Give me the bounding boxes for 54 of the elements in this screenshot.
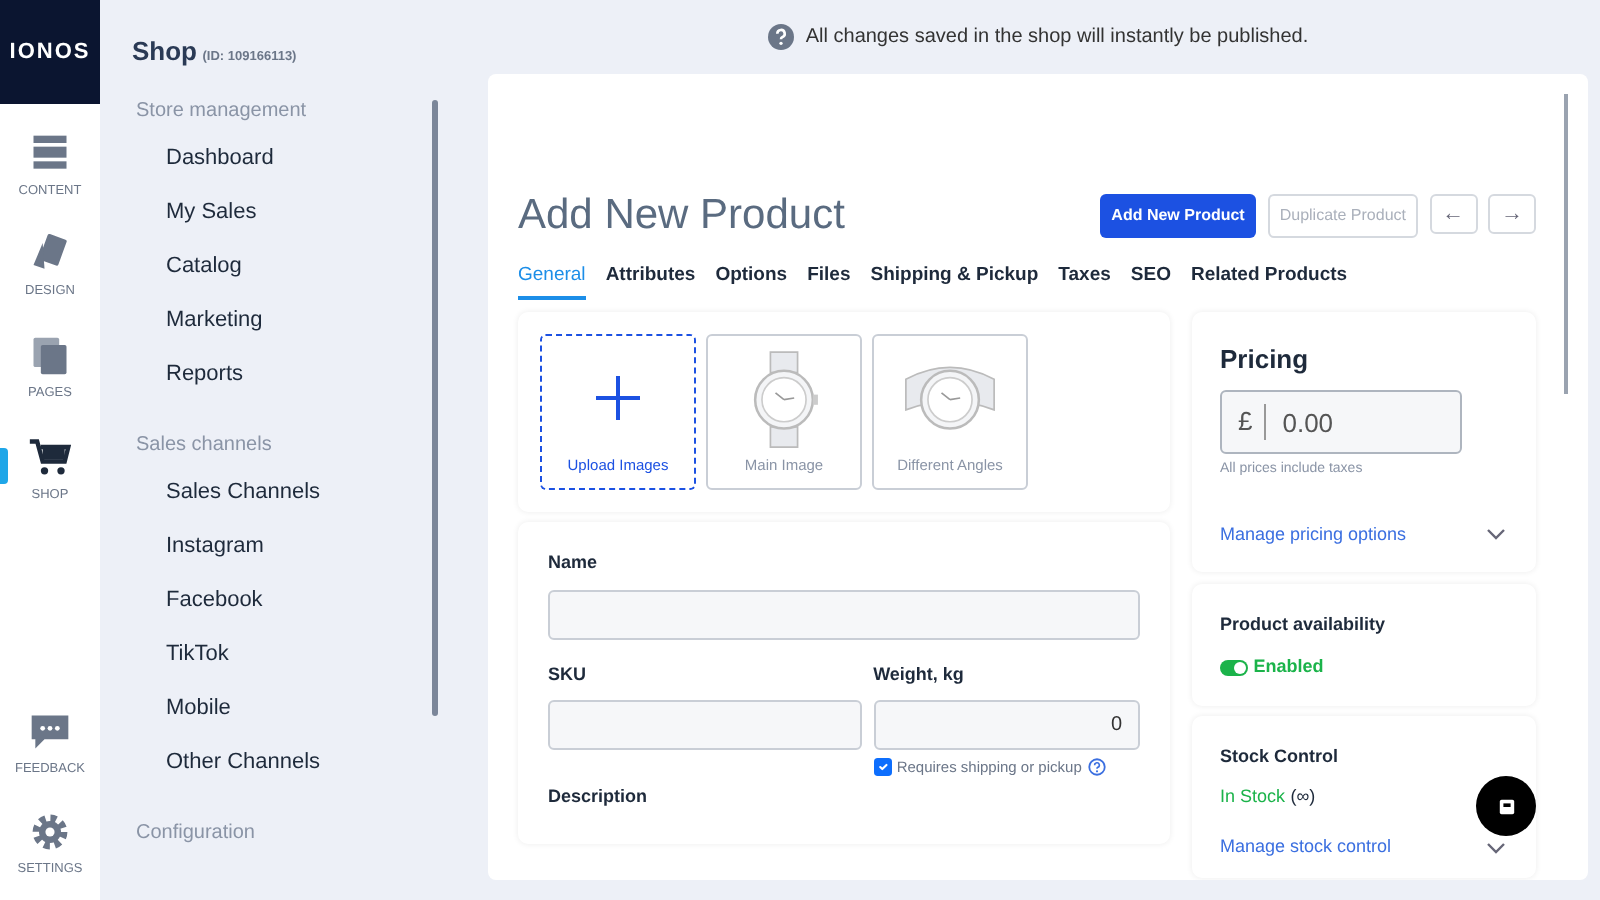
stock-quantity: (∞) — [1290, 783, 1316, 810]
tab[interactable]: Shipping & Pickup — [870, 262, 1039, 301]
add-product-button[interactable]: Add New Product — [1099, 193, 1257, 238]
name-field[interactable] — [548, 589, 1140, 640]
sku-field[interactable] — [548, 700, 862, 751]
card-title: Product availability — [1220, 611, 1388, 638]
card-title: Stock Control — [1220, 744, 1341, 771]
logo: IONOS — [0, 0, 100, 104]
shipping-checkbox[interactable] — [873, 758, 892, 777]
sidebar-item[interactable]: Sales Channels — [132, 465, 460, 519]
field-label: SKU — [548, 661, 589, 688]
sidebar-item[interactable]: Mobile — [132, 681, 460, 735]
tab[interactable]: Options — [715, 262, 788, 301]
weight-field[interactable]: 0 — [873, 700, 1140, 751]
stock-status: In Stock — [1220, 783, 1286, 810]
field-label: Name — [548, 550, 600, 577]
back-button[interactable]: ← — [1429, 193, 1477, 234]
notice-text: All changes saved in the shop will instantly be published. — [805, 24, 1309, 52]
card-title: Pricing — [1220, 341, 1311, 378]
stock-link[interactable]: Manage stock control — [1220, 834, 1392, 862]
tab[interactable]: SEO — [1130, 262, 1171, 301]
sidebar-item[interactable]: Dashboard — [132, 131, 460, 185]
sidebar-title: Shop — [132, 34, 197, 70]
price-field[interactable]: £ 0.00 — [1220, 390, 1462, 455]
sidebar-item[interactable]: Marketing — [132, 293, 460, 347]
forward-button[interactable]: → — [1488, 193, 1536, 234]
settings-icon — [28, 810, 72, 855]
sidebar-item[interactable]: Facebook — [132, 573, 460, 627]
section-heading: Store management — [136, 97, 309, 125]
tab[interactable]: Related Products — [1190, 262, 1348, 301]
sidebar-item[interactable]: Other Channels — [132, 735, 460, 789]
tab[interactable]: Attributes — [605, 262, 696, 301]
pages-icon — [28, 334, 72, 378]
page-title: Add New Product — [518, 190, 845, 241]
toggle-label: Enabled — [1253, 654, 1324, 681]
tab[interactable]: Taxes — [1058, 262, 1111, 301]
sidebar-item[interactable]: Catalog — [132, 239, 460, 293]
section-heading: Sales channels — [136, 431, 274, 459]
chevron-icon[interactable] — [1486, 841, 1506, 854]
field-label: Description — [548, 784, 650, 811]
chevron-icon[interactable] — [1486, 528, 1506, 541]
tab[interactable]: Files — [807, 262, 851, 301]
sidebar-item[interactable]: My Sales — [132, 185, 460, 239]
sidebar-item[interactable]: Reports — [132, 347, 460, 401]
pricing-link[interactable]: Manage pricing options — [1220, 521, 1407, 549]
field-label: Weight, kg — [873, 661, 966, 688]
help-icon — [767, 24, 794, 50]
help-icon[interactable] — [1087, 758, 1106, 777]
section-heading: Configuration — [136, 819, 257, 847]
toggle-switch[interactable] — [1220, 659, 1248, 676]
layout-icon — [28, 131, 72, 175]
plus-icon — [594, 373, 642, 422]
sidebar-item[interactable]: TikTok — [132, 627, 460, 681]
sidebar-item[interactable]: Instagram — [132, 519, 460, 573]
